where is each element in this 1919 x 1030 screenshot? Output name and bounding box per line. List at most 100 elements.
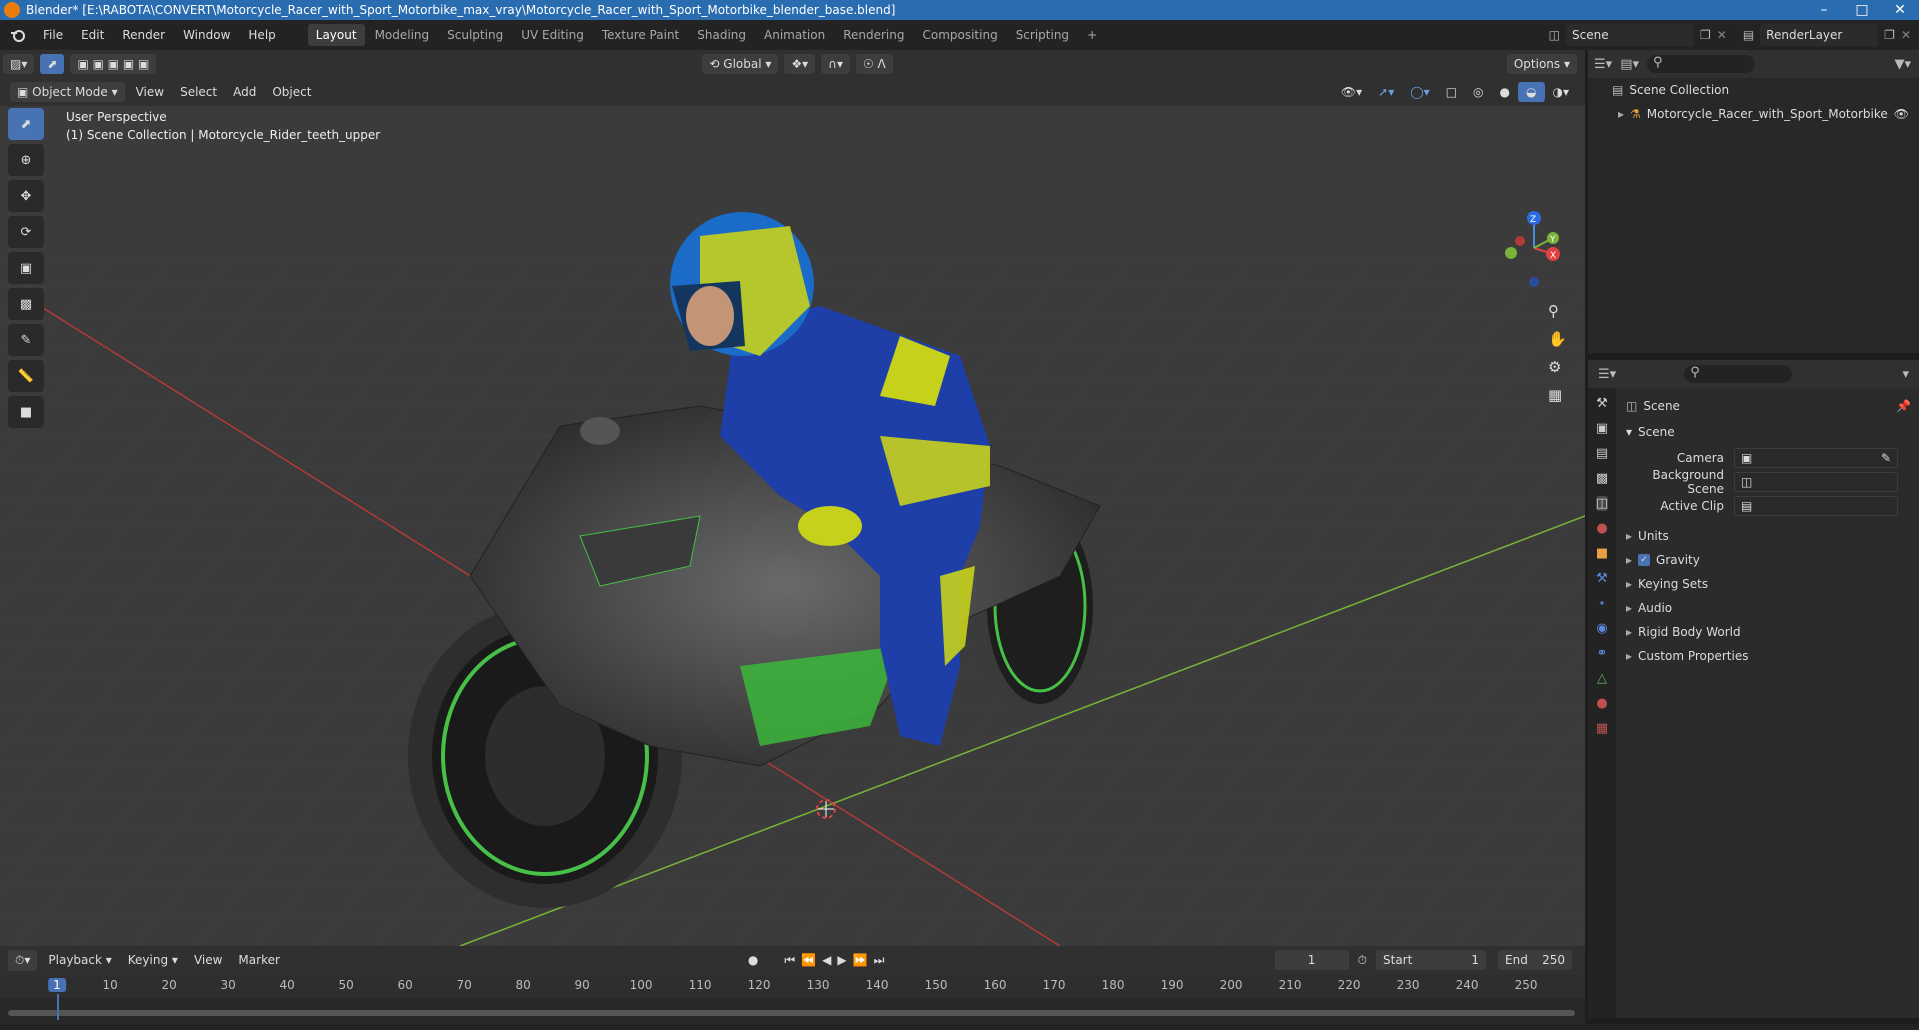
playhead[interactable]: [57, 994, 59, 1020]
timeline-menu-playback[interactable]: Playback ▾: [40, 950, 119, 970]
rotate-tool-icon[interactable]: ⟳: [8, 216, 44, 248]
world-tab-icon[interactable]: ●: [1596, 521, 1607, 536]
play-icon[interactable]: ▶: [837, 953, 846, 967]
background-scene-field[interactable]: ◫: [1734, 472, 1898, 492]
menu-file[interactable]: File: [34, 28, 72, 42]
outliner-search-input[interactable]: ⚲: [1647, 55, 1755, 73]
ortho-toggle-icon[interactable]: ▦: [1548, 386, 1567, 404]
visibility-icon[interactable]: 👁▾: [1333, 82, 1370, 102]
custom-properties-subpanel[interactable]: ▸ Custom Properties: [1616, 644, 1919, 668]
transform-tool-icon[interactable]: ▩: [8, 288, 44, 320]
physics-tab-icon[interactable]: ◉: [1596, 621, 1607, 636]
add-workspace-button[interactable]: +: [1079, 24, 1105, 46]
options-dropdown[interactable]: Options ▾: [1506, 54, 1577, 74]
properties-options-icon[interactable]: ▾: [1902, 367, 1909, 382]
tab-texture-paint[interactable]: Texture Paint: [594, 24, 687, 46]
rigid-body-world-subpanel[interactable]: ▸ Rigid Body World: [1616, 620, 1919, 644]
output-tab-icon[interactable]: ▤: [1596, 446, 1608, 461]
timeline-menu-view[interactable]: View: [186, 950, 230, 970]
viewport-menu-select[interactable]: Select: [172, 82, 225, 102]
minimize-icon[interactable]: –: [1805, 2, 1843, 18]
render-tab-icon[interactable]: ▣: [1596, 421, 1608, 436]
keying-sets-subpanel[interactable]: ▸ Keying Sets: [1616, 572, 1919, 596]
annotate-tool-icon[interactable]: ✎: [8, 324, 44, 356]
blender-menu-icon[interactable]: [10, 27, 26, 43]
data-tab-icon[interactable]: △: [1597, 671, 1607, 686]
shading-solid-icon[interactable]: ●: [1492, 82, 1518, 102]
gizmo-toggle-icon[interactable]: ➚▾: [1370, 82, 1402, 102]
timeline-body[interactable]: 1 10 20 30 40 50 60 70 80 90 100 110 120 130 140 150 160…: [0, 974, 1585, 1024]
delete-view-layer-icon[interactable]: ✕: [1901, 28, 1911, 42]
pan-hand-icon[interactable]: ✋: [1548, 330, 1567, 348]
tab-compositing[interactable]: Compositing: [914, 24, 1005, 46]
filter-icon[interactable]: ▼▾: [1894, 57, 1911, 72]
shading-material-icon[interactable]: ◒: [1518, 82, 1545, 102]
start-frame-field[interactable]: Start 1: [1376, 950, 1486, 970]
properties-search-input[interactable]: ⚲: [1684, 365, 1793, 383]
editor-type-button[interactable]: ▨▾: [3, 54, 35, 74]
select-tool-icon[interactable]: ⬈: [40, 54, 65, 74]
proportional-editing-icon[interactable]: ☉ Λ: [855, 54, 893, 74]
measure-tool-icon[interactable]: 📏: [8, 360, 44, 392]
snap-toggle-icon[interactable]: ∩▾: [821, 54, 850, 74]
cursor-tool-icon[interactable]: ⊕: [8, 144, 44, 176]
shading-rendered-icon[interactable]: ◑▾: [1545, 82, 1578, 102]
active-clip-field[interactable]: ▤: [1734, 496, 1898, 516]
move-tool-icon[interactable]: ✥: [8, 180, 44, 212]
tab-shading[interactable]: Shading: [689, 24, 754, 46]
prev-keyframe-icon[interactable]: ⏪: [801, 953, 816, 967]
gravity-subpanel[interactable]: ▸ ✓ Gravity: [1616, 548, 1919, 572]
tab-rendering[interactable]: Rendering: [835, 24, 912, 46]
tab-modeling[interactable]: Modeling: [367, 24, 438, 46]
viewport-menu-view[interactable]: View: [128, 82, 172, 102]
expand-arrow-icon[interactable]: ▸: [1618, 107, 1624, 121]
tab-sculpting[interactable]: Sculpting: [439, 24, 511, 46]
zoom-icon[interactable]: ⚲: [1548, 302, 1567, 320]
scene-tab-icon[interactable]: ◫: [1595, 496, 1609, 511]
auto-keying-icon[interactable]: ●: [748, 953, 758, 967]
shading-wireframe-icon[interactable]: ◎: [1465, 82, 1491, 102]
view-layer-selector[interactable]: RenderLayer: [1760, 24, 1879, 46]
constraints-tab-icon[interactable]: ⚭: [1597, 646, 1608, 661]
3d-viewport[interactable]: Z X Y User Perspective (1) Scene Collect…: [0, 106, 1585, 946]
view-layer-tab-icon[interactable]: ▩: [1596, 471, 1608, 486]
material-tab-icon[interactable]: ●: [1596, 696, 1607, 711]
scene-icon[interactable]: ◫: [1549, 28, 1560, 42]
tab-layout[interactable]: Layout: [307, 24, 365, 46]
scene-panel-header[interactable]: ▾ Scene: [1616, 420, 1919, 444]
add-cube-tool-icon[interactable]: ■: [8, 396, 44, 428]
texture-tab-icon[interactable]: ▦: [1596, 721, 1608, 736]
properties-editor-icon[interactable]: ☰▾: [1598, 367, 1616, 382]
visibility-eye-icon[interactable]: 👁: [1894, 107, 1909, 121]
xray-toggle-icon[interactable]: □: [1438, 82, 1465, 102]
viewport-menu-object[interactable]: Object: [264, 82, 319, 102]
modifier-tab-icon[interactable]: ⚒: [1596, 571, 1608, 586]
pivot-point-dropdown[interactable]: ❖▾: [784, 54, 816, 74]
jump-start-icon[interactable]: ⏮: [784, 953, 795, 968]
menu-render[interactable]: Render: [113, 28, 174, 42]
camera-field[interactable]: ▣ ✎: [1734, 448, 1898, 468]
timeline-menu-marker[interactable]: Marker: [230, 950, 287, 970]
overlay-toggle-icon[interactable]: ◯▾: [1402, 82, 1437, 102]
next-keyframe-icon[interactable]: ⏩: [853, 953, 868, 967]
mode-dropdown[interactable]: ▣ Object Mode ▾: [10, 82, 125, 102]
timeline-scrollbar[interactable]: [8, 1010, 1575, 1016]
units-subpanel[interactable]: ▸ Units: [1616, 524, 1919, 548]
outliner-item[interactable]: ▸ ⚗ Motorcycle_Racer_with_Sport_Motorbik…: [1588, 102, 1919, 126]
pin-icon[interactable]: 📌: [1896, 399, 1911, 413]
tool-tab-icon[interactable]: ⚒: [1596, 396, 1608, 411]
menu-edit[interactable]: Edit: [72, 28, 113, 42]
outliner-root-row[interactable]: ▤ Scene Collection: [1588, 78, 1919, 102]
audio-subpanel[interactable]: ▸ Audio: [1616, 596, 1919, 620]
object-tab-icon[interactable]: ■: [1596, 546, 1608, 561]
end-frame-field[interactable]: End 250: [1498, 950, 1572, 970]
new-view-layer-icon[interactable]: ❐: [1884, 28, 1895, 42]
current-frame-field[interactable]: 1: [1274, 950, 1349, 970]
maximize-icon[interactable]: □: [1843, 2, 1881, 18]
particles-tab-icon[interactable]: ⋆: [1598, 596, 1606, 611]
frame-ruler[interactable]: 1 10 20 30 40 50 60 70 80 90 100 110 120 130 140 150 160…: [0, 974, 1585, 998]
view-layer-icon[interactable]: ▤: [1743, 28, 1754, 42]
menu-window[interactable]: Window: [174, 28, 239, 42]
transform-orientation-dropdown[interactable]: ⟲ Global ▾: [702, 54, 779, 74]
gravity-checkbox[interactable]: ✓: [1638, 554, 1651, 566]
